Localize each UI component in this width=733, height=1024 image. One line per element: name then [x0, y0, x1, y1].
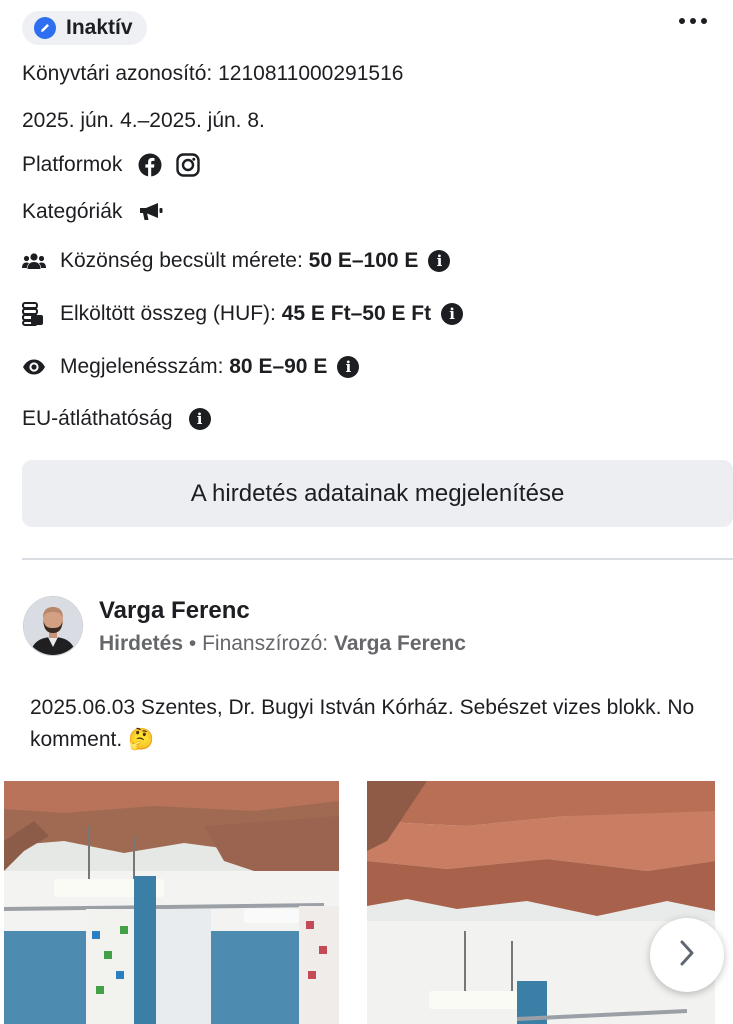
library-id-label: Könyvtári azonosító: [22, 62, 213, 85]
date-range: 2025. jún. 4.–2025. jún. 8. [22, 109, 265, 133]
platforms-row: Platformok [22, 153, 201, 177]
instagram-icon [176, 153, 201, 177]
chevron-right-icon [678, 939, 696, 972]
post-subtitle: Hirdetés • Finanszírozó: Varga Ferenc [99, 632, 466, 656]
pencil-circle-icon [34, 17, 56, 39]
eye-icon [22, 359, 46, 375]
library-id-row: Könyvtári azonosító: 1210811000291516 [22, 62, 403, 86]
date-range-text: 2025. jún. 4.–2025. jún. 8. [22, 109, 265, 132]
impressions-info-icon[interactable]: i [337, 356, 360, 378]
audience-label: Közönség becsült mérete: [60, 249, 303, 272]
library-id-value: 1210811000291516 [218, 62, 404, 85]
platforms-label: Platformok [22, 153, 123, 176]
megaphone-icon [138, 202, 164, 222]
funded-by-label: Finanszírozó: [202, 632, 329, 655]
spend-label: Elköltött összeg (HUF): [60, 302, 276, 325]
audience-info-icon[interactable]: i [428, 250, 451, 272]
divider [22, 558, 733, 560]
impressions-label: Megjelenésszám: [60, 355, 224, 378]
audience-row: Közönség becsült mérete: 50 E–100 E i [22, 249, 451, 273]
spend-row: Elköltött összeg (HUF): 45 E Ft–50 E Ft … [22, 302, 464, 326]
impressions-value: 80 E–90 E [229, 355, 328, 378]
more-options-button[interactable] [679, 18, 707, 24]
spend-value: 45 E Ft–50 E Ft [281, 302, 432, 325]
categories-row: Kategóriák [22, 200, 164, 224]
eu-transparency-row[interactable]: EU-átláthatóság i [22, 407, 211, 431]
coins-icon [22, 302, 44, 326]
status-badge: Inaktív [22, 11, 147, 45]
post-author[interactable]: Varga Ferenc [99, 597, 250, 625]
facebook-icon [138, 153, 162, 177]
eu-transparency-label: EU-átláthatóság [22, 407, 173, 430]
show-ad-details-button[interactable]: A hirdetés adatainak megjelenítése [22, 460, 733, 527]
eu-info-icon[interactable]: i [188, 408, 211, 430]
carousel-next-button[interactable] [650, 918, 724, 992]
separator: • [188, 632, 197, 655]
avatar[interactable] [23, 596, 83, 656]
status-label: Inaktív [66, 16, 133, 39]
impressions-row: Megjelenésszám: 80 E–90 E i [22, 355, 360, 379]
ad-label: Hirdetés [99, 632, 184, 655]
post-photo[interactable] [367, 781, 715, 1024]
post-text: 2025.06.03 Szentes, Dr. Bugyi István Kór… [30, 696, 695, 751]
more-horizontal-icon [679, 18, 685, 24]
people-icon [22, 252, 46, 270]
funder-name[interactable]: Varga Ferenc [334, 632, 466, 655]
spend-info-icon[interactable]: i [441, 303, 464, 325]
post-photo[interactable] [4, 781, 339, 1024]
categories-label: Kategóriák [22, 200, 123, 223]
audience-value: 50 E–100 E [308, 249, 419, 272]
